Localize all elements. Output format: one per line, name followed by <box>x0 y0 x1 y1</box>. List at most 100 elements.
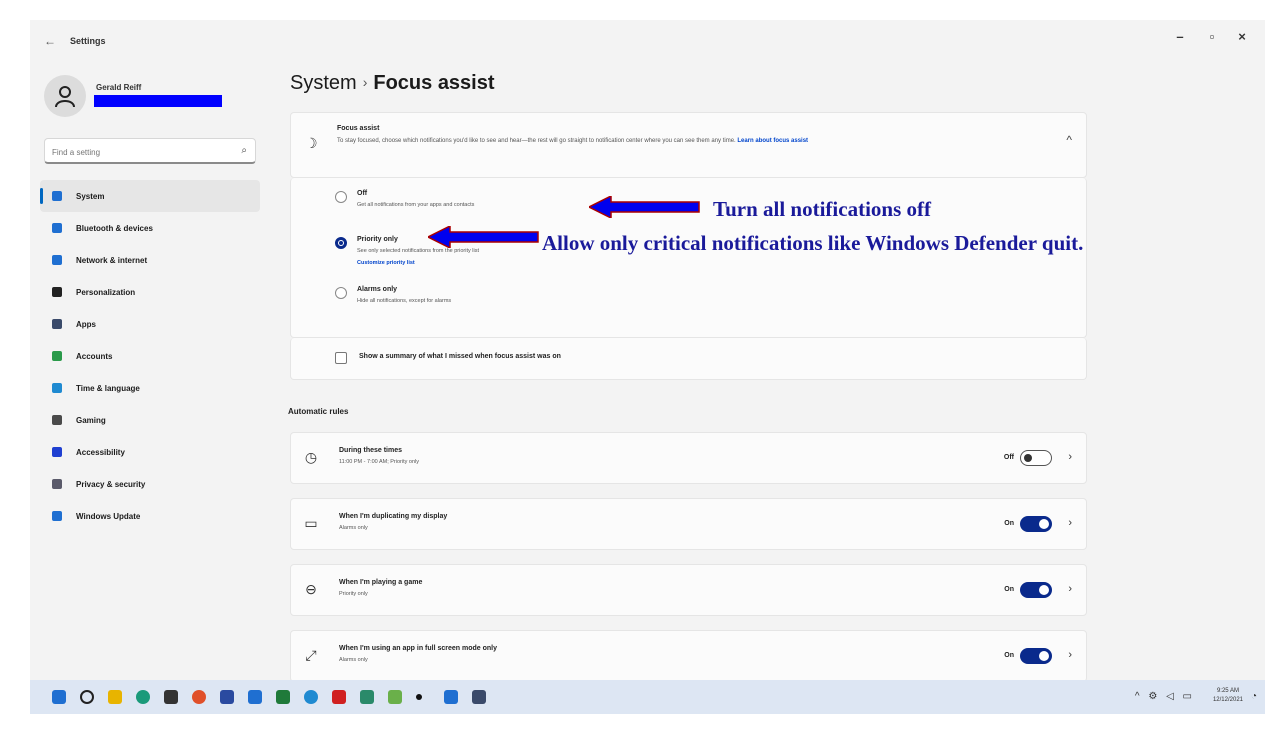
taskbar: ^ ⚙ ◁ ▭ 9:25 AM 12/12/2021 ◔ <box>30 680 1265 714</box>
search-box[interactable]: ⌕ <box>44 138 256 164</box>
user-name: Gerald Reiff <box>96 83 142 92</box>
person-icon <box>55 86 75 108</box>
display-icon: ▭ <box>304 515 318 531</box>
off-annotation-arrow <box>589 196 700 218</box>
breadcrumb-separator: › <box>362 74 368 90</box>
priority-annotation-arrow <box>428 226 539 248</box>
sidebar-item-accounts[interactable]: Accounts <box>40 340 260 372</box>
rule-subtitle: Priority only <box>339 591 368 597</box>
chevron-right-icon[interactable]: › <box>1068 583 1072 595</box>
network-icon <box>52 255 62 265</box>
rule-subtitle: Alarms only <box>339 525 368 531</box>
summary-row[interactable]: Show a summary of what I missed when foc… <box>290 338 1087 380</box>
radio-button[interactable] <box>335 191 347 203</box>
rule-toggle[interactable] <box>1020 648 1052 664</box>
breadcrumb-parent[interactable]: System <box>290 72 357 94</box>
selection-indicator <box>40 188 43 204</box>
globe-icon <box>52 383 62 393</box>
word-icon[interactable] <box>248 690 262 704</box>
rule-toggle[interactable] <box>1020 582 1052 598</box>
option-description: See only selected notifications from the… <box>357 248 479 254</box>
rule-title: When I'm using an app in full screen mod… <box>339 645 498 652</box>
sidebar-item-network-internet[interactable]: Network & internet <box>40 244 260 276</box>
sidebar-item-bluetooth-devices[interactable]: Bluetooth & devices <box>40 212 260 244</box>
clock-icon: ◷ <box>304 449 318 465</box>
user-profile[interactable]: Gerald Reiff <box>44 75 254 119</box>
clock-time: 9:25 AM <box>1216 688 1239 694</box>
notepad-icon[interactable] <box>360 690 374 704</box>
people-icon[interactable] <box>444 690 458 704</box>
rule-row[interactable]: ▭ When I'm duplicating my display Alarms o… <box>290 498 1087 550</box>
customize-priority-link[interactable]: Customize priority list <box>357 260 415 266</box>
off-annotation-text: Turn all notifications off <box>713 197 931 221</box>
system-tray[interactable]: ^ ⚙ ◁ ▭ <box>1135 691 1195 702</box>
chrome-icon[interactable] <box>192 690 206 704</box>
learn-more-link[interactable]: Learn about focus assist <box>737 138 808 144</box>
rule-toggle[interactable] <box>1020 516 1052 532</box>
search-icon[interactable]: ⌕ <box>241 145 247 156</box>
minimize-button[interactable]: – <box>1170 29 1190 44</box>
rule-row[interactable]: ◷ During these times 11:00 PM - 7:00 AM; P… <box>290 432 1087 484</box>
rule-title: When I'm playing a game <box>339 579 423 586</box>
automatic-rules-heading: Automatic rules <box>288 407 349 416</box>
redaction-bar <box>94 95 222 107</box>
sidebar-item-system[interactable]: System <box>40 180 260 212</box>
page-title: Focus assist <box>373 72 495 94</box>
sidebar-nav: System Bluetooth & devices Network & inter… <box>40 180 260 532</box>
search-input[interactable] <box>50 143 224 161</box>
option-label: Priority only <box>357 236 398 243</box>
close-button[interactable]: × <box>1232 29 1252 44</box>
app-icon[interactable] <box>220 690 234 704</box>
sidebar-item-label: Personalization <box>76 287 136 297</box>
sidebar-item-personalization[interactable]: Personalization <box>40 276 260 308</box>
taskbar-clock[interactable]: 9:25 AM 12/12/2021 <box>1213 687 1243 705</box>
notification-icon[interactable]: ◔ <box>1251 691 1257 702</box>
sidebar-item-label: Bluetooth & devices <box>76 223 153 233</box>
focus-assist-header[interactable]: ☽ Focus assist To stay focused, choose w… <box>290 112 1087 178</box>
priority-annotation-text: Allow only critical notifications like W… <box>542 231 1084 255</box>
sidebar-item-label: System <box>76 191 105 201</box>
shield-icon <box>52 479 62 489</box>
sidebar-item-apps[interactable]: Apps <box>40 308 260 340</box>
breadcrumb: System › Focus assist <box>290 72 495 95</box>
sidebar-item-windows-update[interactable]: Windows Update <box>40 500 260 532</box>
radio-button[interactable] <box>335 237 347 249</box>
sidebar-item-privacy-security[interactable]: Privacy & security <box>40 468 260 500</box>
rule-toggle[interactable] <box>1020 450 1052 466</box>
toggle-state-label: On <box>1004 652 1014 659</box>
radio-button[interactable] <box>335 287 347 299</box>
search-icon[interactable] <box>80 690 94 704</box>
sidebar-item-label: Privacy & security <box>76 479 146 489</box>
toggle-state-label: On <box>1004 520 1014 527</box>
settings-icon[interactable] <box>472 690 486 704</box>
sidebar-item-accessibility[interactable]: Accessibility <box>40 436 260 468</box>
brush-icon <box>52 287 62 297</box>
apps-icon <box>52 319 62 329</box>
chevron-right-icon[interactable]: › <box>1068 649 1072 661</box>
excel-icon[interactable] <box>276 690 290 704</box>
sidebar-item-label: Accounts <box>76 351 113 361</box>
sidebar-item-gaming[interactable]: Gaming <box>40 404 260 436</box>
dot-icon[interactable] <box>416 694 422 700</box>
maximize-button[interactable]: ▫ <box>1202 29 1222 44</box>
photos-icon[interactable] <box>388 690 402 704</box>
file-explorer-icon[interactable] <box>108 690 122 704</box>
sidebar-item-time-language[interactable]: Time & language <box>40 372 260 404</box>
game-controller-icon: ⊖ <box>305 581 317 597</box>
browser-icon[interactable] <box>304 690 318 704</box>
rule-row[interactable]: ⤢ When I'm using an app in full screen mo… <box>290 630 1087 680</box>
app-title: Settings <box>70 36 106 46</box>
back-arrow-icon[interactable]: ← <box>44 34 56 48</box>
rule-row[interactable]: ⊖ When I'm playing a game Priority only On › <box>290 564 1087 616</box>
summary-checkbox[interactable] <box>335 352 347 364</box>
start-icon[interactable] <box>52 690 66 704</box>
acrobat-icon[interactable] <box>332 690 346 704</box>
chevron-up-icon[interactable]: ^ <box>1066 133 1072 147</box>
chevron-right-icon[interactable]: › <box>1068 517 1072 529</box>
edge-icon[interactable] <box>136 690 150 704</box>
store-icon[interactable] <box>164 690 178 704</box>
fullscreen-icon: ⤢ <box>305 647 317 663</box>
clock-date: 12/12/2021 <box>1212 697 1243 703</box>
chevron-right-icon[interactable]: › <box>1068 451 1072 463</box>
focus-assist-title: Focus assist <box>337 125 380 132</box>
